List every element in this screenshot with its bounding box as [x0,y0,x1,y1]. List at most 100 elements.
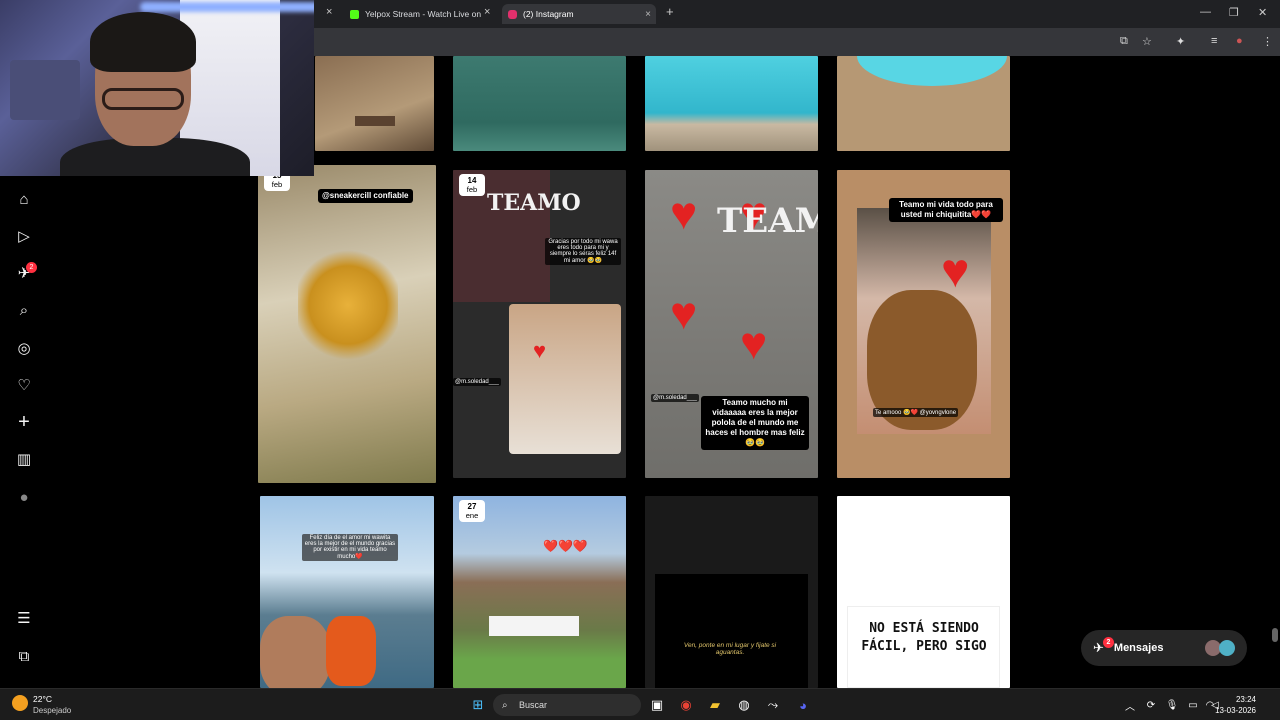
post-tile[interactable] [315,56,434,151]
tab-close-icon[interactable]: × [326,6,332,18]
post-tile[interactable] [837,56,1010,151]
taskbar-search[interactable]: ⌕ Buscar [493,694,641,716]
pool-shape [857,56,1007,86]
profile-icon[interactable]: ● [1236,35,1243,47]
page-scrollbar[interactable] [1270,56,1280,688]
discord-icon[interactable]: ◕ [793,695,813,715]
show-hidden-icons[interactable]: ︿ [1120,695,1140,715]
life-vest-shape [326,616,376,686]
mention-tag: @m.soledad___ [651,394,699,402]
dashboard-icon[interactable]: ▥ [14,449,34,469]
windows-start-icon[interactable]: ⊞ [468,695,488,715]
webcam-overlay [0,0,314,176]
profile-avatar-icon[interactable]: ● [14,487,34,507]
post-caption: Feliz día de el amor mi wawita eres la m… [302,534,398,561]
windows-taskbar: 22°C Despejado ⊞ ⌕ Buscar ▣ ◉ ▰ ◍ ⤳ ◕ ︿ … [0,688,1280,720]
instagram-sidebar: ⌂ ▷ ✈ 2 ⌕ ◎ ♡ + ▥ ● ☰ ⧉ [0,176,50,688]
home-icon[interactable]: ⌂ [14,189,34,209]
post-tile[interactable]: Feliz día de el amor mi wawita eres la m… [260,496,434,688]
post-tile[interactable]: 15feb @sneakercill confiable [258,165,436,483]
date-badge: 14 feb [459,174,485,196]
webcam-neon-light [140,2,314,12]
reels-icon[interactable]: ▷ [14,226,34,246]
heart-icon: ♥ [670,187,698,239]
explore-icon[interactable]: ◎ [14,338,34,358]
restore-icon[interactable]: ❐ [1229,6,1239,19]
media-control-icon[interactable]: ≡ [1211,35,1217,47]
heart-icon: ♥ [941,245,970,298]
post-caption: Teamo mi vida todo para usted mi chiquit… [889,198,1003,222]
post-tile[interactable] [645,56,818,151]
photo-panel [509,304,621,454]
heart-icon: ♥ [670,287,698,339]
taskbar-date[interactable]: 13-03-2026 [1215,706,1256,715]
webcam-shelf [10,60,80,120]
messages-label: Mensajes [1113,642,1164,654]
new-tab-button[interactable]: + [666,4,674,19]
post-caption: @sneakercill confiable [318,189,413,203]
task-view-icon[interactable]: ▣ [647,695,667,715]
webcam-person-glasses [102,88,184,110]
messages-floating-button[interactable]: ✈ 2 Mensajes [1081,630,1247,666]
post-tile[interactable]: ♥ ♥ ♥ ♥ TEAMO @m.soledad___ Teamo mucho … [645,170,818,478]
video-frame [655,574,808,688]
tab-label: Yelpox Stream - Watch Live on [365,9,482,19]
post-tile[interactable]: TEAMO 14feb Gracias por todo mi wawa ere… [453,170,626,478]
scrollbar-thumb[interactable] [1272,628,1278,642]
post-tile[interactable]: NO ESTÁ SIENDO FÁCIL, PERO SIGO [837,496,1010,688]
window-close-icon[interactable]: ✕ [1258,6,1267,19]
weather-sun-icon[interactable] [12,695,28,711]
weather-description[interactable]: Despejado [33,706,71,715]
post-tile[interactable]: ♥ Teamo mi vida todo para usted mi chiqu… [837,170,1010,478]
sync-icon[interactable]: ⟳ [1141,695,1161,715]
heart-icon: ❤️❤️❤️ [543,539,588,553]
search-icon: ⌕ [502,699,508,711]
chrome-icon[interactable]: ◉ [676,695,696,715]
date-badge: 27 ene [459,500,485,522]
extensions-icon[interactable]: ✦ [1176,35,1185,48]
weather-temperature[interactable]: 22°C [33,694,52,704]
tab-close-icon[interactable]: × [484,6,490,18]
browser-menu-icon[interactable]: ⋮ [1262,35,1273,48]
messages-badge: 2 [1103,637,1114,648]
notifications-icon[interactable]: ♡ [14,375,34,395]
also-from-meta-icon[interactable]: ⧉ [14,646,34,666]
search-placeholder: Buscar [519,700,548,710]
mention-tag: @m.soledad___ [453,378,501,386]
kick-icon [350,9,359,19]
tab-label: (2) Instagram [523,9,574,19]
tab-yelpox-stream[interactable]: Yelpox Stream - Watch Live on [344,4,496,24]
install-app-icon[interactable]: ⧉ [1120,35,1128,48]
search-icon[interactable]: ⌕ [14,300,34,320]
obs-icon[interactable]: ◍ [734,695,754,715]
post-caption: Teamo mucho mi vidaaaaa eres la mejor po… [701,396,809,450]
fence-shape [489,616,579,636]
bookmark-star-icon[interactable]: ☆ [1142,35,1152,48]
fries-shape [298,245,398,365]
strap-shape [355,116,395,126]
avatar [1219,640,1235,656]
messages-badge: 2 [26,262,37,273]
heart-icon: ♥ [533,338,547,363]
post-tile[interactable]: Ven, ponte en mi lugar y fijate si aguan… [645,496,818,688]
create-icon[interactable]: + [14,411,34,433]
post-tile[interactable] [453,56,626,151]
tab-instagram[interactable]: (2) Instagram × [502,4,656,24]
face-shape [260,616,330,688]
microphone-icon[interactable]: 🎙 [1162,695,1182,715]
teamo-text: TEAMO [487,192,581,214]
post-caption: Ven, ponte en mi lugar y fijate si aguan… [683,642,777,656]
taskbar-time[interactable]: 23:24 [1236,695,1256,704]
teamo-text: TEAMO [717,201,818,241]
sticker-text: Te amooo 🥹❤️ @yovngvlone [873,408,959,417]
webcam-person-hair [90,12,196,72]
post-tile[interactable]: 27 ene ❤️❤️❤️ [453,496,626,688]
capcut-icon[interactable]: ⤳ [763,695,783,715]
heart-icon: ♥ [740,317,768,369]
post-caption: NO ESTÁ SIENDO FÁCIL, PERO SIGO [861,621,987,654]
minimize-icon[interactable]: — [1200,6,1211,18]
tab-close-icon[interactable]: × [645,9,651,20]
more-menu-icon[interactable]: ☰ [14,608,34,628]
post-caption: Gracias por todo mi wawa eres todo para … [545,238,621,265]
file-explorer-icon[interactable]: ▰ [705,695,725,715]
